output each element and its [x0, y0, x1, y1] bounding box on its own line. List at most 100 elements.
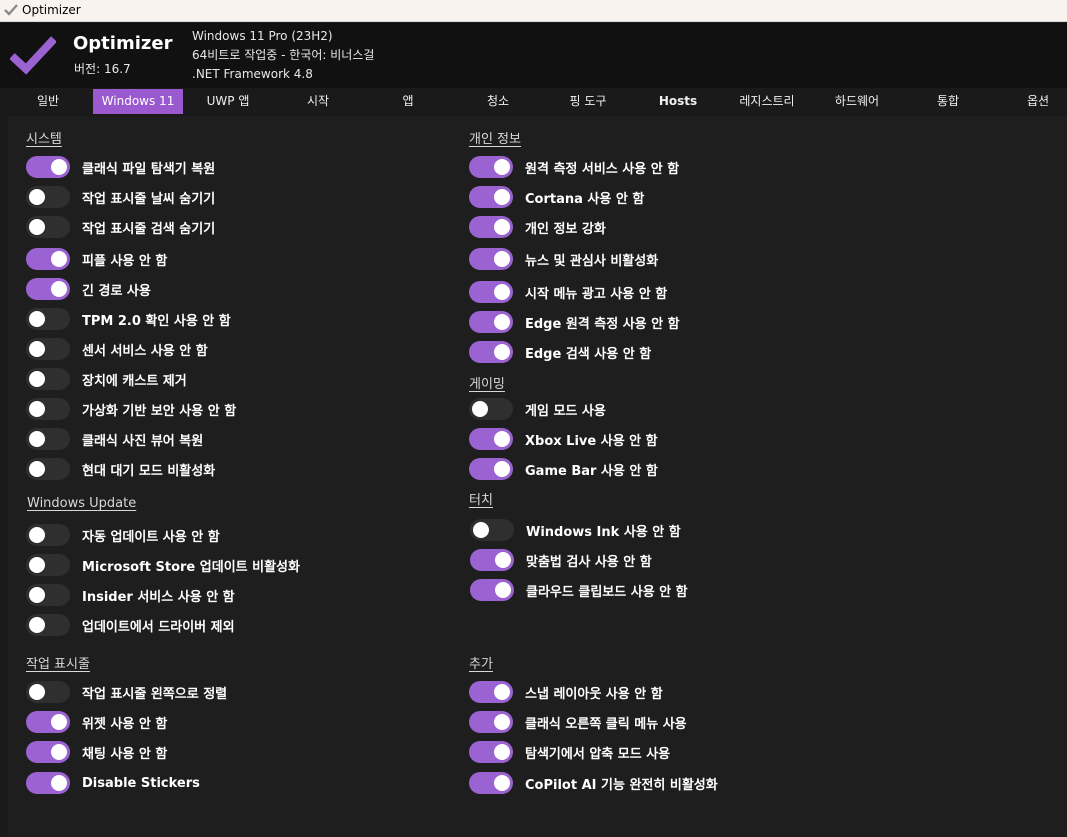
toggle-switch[interactable] — [469, 341, 513, 363]
section-title-privacy: 개인 정보 — [469, 132, 521, 147]
toggle-switch[interactable] — [26, 681, 70, 703]
option-disable-modern-standby[interactable]: 현대 대기 모드 비활성화 — [26, 457, 215, 481]
toggle-switch[interactable] — [26, 156, 70, 178]
option-disable-insider-service[interactable]: Insider 서비스 사용 안 함 — [26, 583, 235, 607]
option-exclude-drivers[interactable]: 업데이트에서 드라이버 제외 — [26, 613, 235, 637]
option-label: 피플 사용 안 함 — [82, 253, 168, 269]
tab-registry[interactable]: 레지스트리 — [727, 89, 807, 114]
toggle-switch[interactable] — [469, 248, 513, 270]
option-label: Microsoft Store 업데이트 비활성화 — [82, 559, 300, 575]
toggle-switch[interactable] — [26, 398, 70, 420]
option-label: 센서 서비스 사용 안 함 — [82, 343, 208, 359]
toggle-switch[interactable] — [26, 216, 70, 238]
option-disable-copilot[interactable]: CoPilot AI 기능 완전히 비활성화 — [469, 771, 718, 795]
option-enable-long-paths[interactable]: 긴 경로 사용 — [26, 277, 151, 301]
option-restore-photo-viewer[interactable]: 클래식 사진 뷰어 복원 — [26, 427, 203, 451]
option-disable-windows-ink[interactable]: Windows Ink 사용 안 함 — [470, 518, 681, 542]
toggle-switch[interactable] — [470, 519, 514, 541]
option-restore-classic-explorer[interactable]: 클래식 파일 탐색기 복원 — [26, 155, 215, 179]
tab-cleanup[interactable]: 청소 — [458, 89, 538, 114]
toggle-switch[interactable] — [26, 741, 70, 763]
tab-uwp-apps[interactable]: UWP 앱 — [188, 89, 268, 114]
toggle-switch[interactable] — [470, 579, 514, 601]
option-label: 맞춤법 검사 사용 안 함 — [526, 554, 652, 570]
option-disable-people[interactable]: 피플 사용 안 함 — [26, 247, 167, 271]
toggle-switch[interactable] — [469, 681, 513, 703]
option-explorer-compact-mode[interactable]: 탐색기에서 압축 모드 사용 — [469, 740, 670, 764]
option-label: Windows Ink 사용 안 함 — [526, 524, 681, 540]
tab-startup[interactable]: 시작 — [278, 89, 358, 114]
toggle-switch[interactable] — [26, 458, 70, 480]
option-enable-game-mode[interactable]: 게임 모드 사용 — [469, 397, 606, 421]
toggle-switch[interactable] — [26, 186, 70, 208]
option-disable-widgets[interactable]: 위젯 사용 안 함 — [26, 710, 167, 734]
toggle-switch[interactable] — [26, 584, 70, 606]
option-disable-edge-search[interactable]: Edge 검색 사용 안 함 — [469, 340, 651, 364]
toggle-switch[interactable] — [469, 428, 513, 450]
toggle-switch[interactable] — [470, 549, 514, 571]
option-label: Xbox Live 사용 안 함 — [525, 433, 658, 449]
option-disable-tpm-check[interactable]: TPM 2.0 확인 사용 안 함 — [26, 307, 231, 331]
option-label: Insider 서비스 사용 안 함 — [82, 589, 235, 605]
tab-ping-tool[interactable]: 핑 도구 — [548, 89, 628, 114]
option-hide-taskbar-search[interactable]: 작업 표시줄 검색 숨기기 — [26, 215, 215, 239]
toggle-switch[interactable] — [469, 398, 513, 420]
toggle-switch[interactable] — [26, 554, 70, 576]
option-enhance-privacy[interactable]: 개인 정보 강화 — [469, 215, 606, 239]
toggle-switch[interactable] — [26, 614, 70, 636]
tab-hardware[interactable]: 하드웨어 — [817, 89, 897, 114]
option-disable-xbox-live[interactable]: Xbox Live 사용 안 함 — [469, 427, 658, 451]
toggle-switch[interactable] — [469, 711, 513, 733]
toggle-switch[interactable] — [469, 311, 513, 333]
toggle-switch[interactable] — [26, 278, 70, 300]
toggle-switch[interactable] — [469, 156, 513, 178]
option-hide-taskbar-weather[interactable]: 작업 표시줄 날씨 숨기기 — [26, 185, 215, 209]
section-title-touch: 터치 — [469, 493, 493, 508]
tab-windows-11[interactable]: Windows 11 — [93, 89, 183, 114]
toggle-switch[interactable] — [26, 338, 70, 360]
option-align-taskbar-left[interactable]: 작업 표시줄 왼쪽으로 정렬 — [26, 680, 227, 704]
toggle-switch[interactable] — [26, 428, 70, 450]
toggle-switch[interactable] — [26, 524, 70, 546]
option-label: Edge 검색 사용 안 함 — [525, 346, 652, 362]
tab-options[interactable]: 옵션 — [998, 89, 1067, 114]
tab-hosts[interactable]: Hosts — [638, 89, 718, 114]
tab-apps[interactable]: 앱 — [368, 89, 448, 114]
app-name: Optimizer — [73, 33, 173, 54]
option-disable-snap-layouts[interactable]: 스냅 레이아웃 사용 안 함 — [469, 680, 663, 704]
option-disable-chat[interactable]: 채팅 사용 안 함 — [26, 740, 167, 764]
option-disable-sensor-service[interactable]: 센서 서비스 사용 안 함 — [26, 337, 208, 361]
option-disable-game-bar[interactable]: Game Bar 사용 안 함 — [469, 457, 658, 481]
tab-integration[interactable]: 통합 — [908, 89, 988, 114]
option-disable-stickers[interactable]: Disable Stickers — [26, 771, 200, 795]
option-remove-cast-to-device[interactable]: 장치에 캐스트 제거 — [26, 367, 187, 391]
option-classic-context-menu[interactable]: 클래식 오른쪽 클릭 메뉴 사용 — [469, 710, 687, 734]
option-disable-auto-updates[interactable]: 자동 업데이트 사용 안 함 — [26, 523, 220, 547]
option-label: 개인 정보 강화 — [525, 221, 606, 237]
option-disable-vbs[interactable]: 가상화 기반 보안 사용 안 함 — [26, 397, 236, 421]
toggle-switch[interactable] — [469, 741, 513, 763]
toggle-switch[interactable] — [26, 772, 70, 794]
toggle-switch[interactable] — [469, 186, 513, 208]
toggle-switch[interactable] — [26, 368, 70, 390]
toggle-switch[interactable] — [469, 281, 513, 303]
option-disable-news-interests[interactable]: 뉴스 및 관심사 비활성화 — [469, 247, 658, 271]
toggle-switch[interactable] — [26, 248, 70, 270]
toggle-switch[interactable] — [26, 711, 70, 733]
option-disable-start-menu-ads[interactable]: 시작 메뉴 광고 사용 안 함 — [469, 280, 667, 304]
section-title-extra: 추가 — [469, 657, 493, 672]
tab-general[interactable]: 일반 — [8, 89, 88, 114]
os-info: Windows 11 Pro (23H2) — [192, 29, 333, 43]
option-disable-cortana[interactable]: Cortana 사용 안 함 — [469, 185, 644, 209]
option-label: 채팅 사용 안 함 — [82, 746, 168, 762]
option-disable-store-updates[interactable]: Microsoft Store 업데이트 비활성화 — [26, 553, 300, 577]
toggle-switch[interactable] — [469, 216, 513, 238]
option-disable-cloud-clipboard[interactable]: 클라우드 클립보드 사용 안 함 — [470, 578, 688, 602]
app-header: Optimizer 버전: 16.7 Windows 11 Pro (23H2)… — [0, 23, 1067, 88]
toggle-switch[interactable] — [469, 458, 513, 480]
toggle-switch[interactable] — [26, 308, 70, 330]
option-disable-edge-telemetry[interactable]: Edge 원격 측정 사용 안 함 — [469, 310, 680, 334]
toggle-switch[interactable] — [469, 772, 513, 794]
option-disable-spellcheck[interactable]: 맞춤법 검사 사용 안 함 — [470, 548, 652, 572]
option-disable-telemetry[interactable]: 원격 측정 서비스 사용 안 함 — [469, 155, 679, 179]
